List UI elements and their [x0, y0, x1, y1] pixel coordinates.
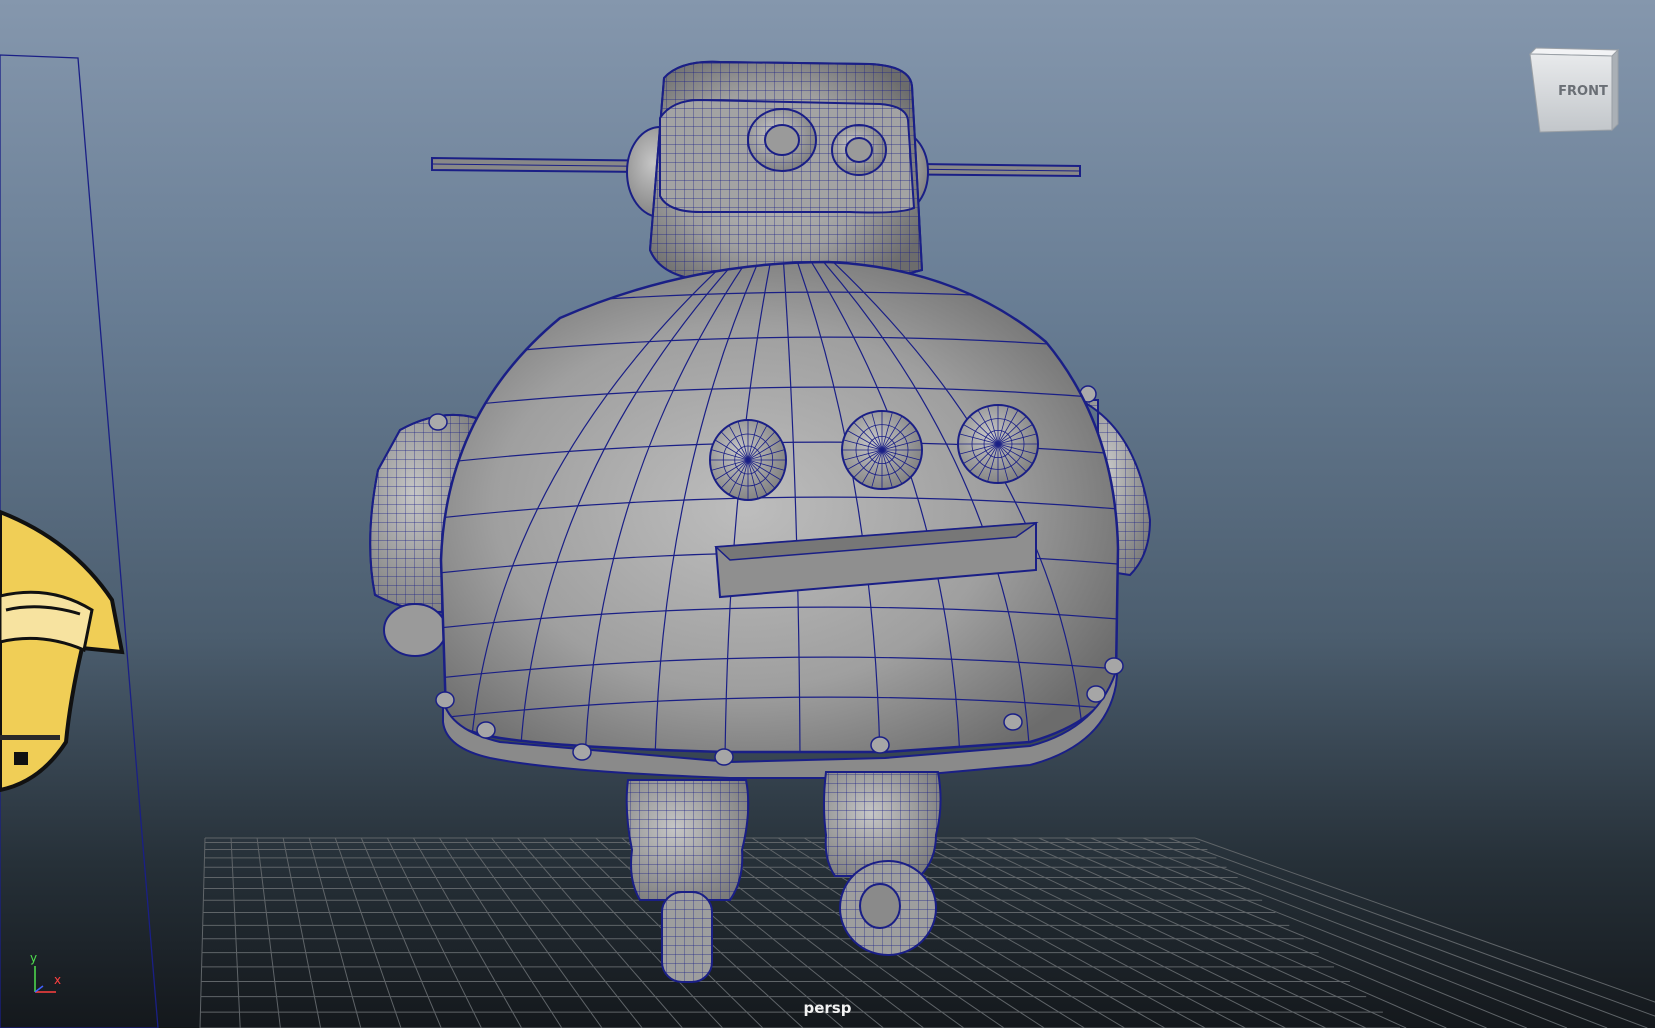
rivet — [714, 748, 734, 766]
rivet — [572, 743, 592, 761]
rivet — [870, 736, 890, 754]
rivet — [435, 691, 455, 709]
chest-button — [841, 410, 923, 490]
rivet — [1104, 657, 1124, 675]
axis-y-label: y — [30, 951, 38, 965]
body-dome — [439, 260, 1120, 754]
leg-right — [823, 771, 942, 956]
rivet — [1086, 685, 1106, 703]
axis-indicator — [34, 966, 56, 993]
axis-x-label: x — [54, 973, 62, 987]
chest-button — [957, 404, 1039, 484]
view-cube[interactable] — [1528, 47, 1620, 133]
rivet — [476, 721, 496, 739]
persp-viewport[interactable]: FRONT y x persp — [0, 0, 1655, 1028]
camera-name-label: persp — [803, 999, 852, 1017]
image-plane[interactable] — [0, 54, 159, 1028]
head-eye-left — [747, 108, 817, 172]
rivet — [1003, 713, 1023, 731]
scene-canvas[interactable] — [0, 0, 1655, 1028]
chest-button — [709, 419, 787, 501]
robot-mesh[interactable] — [369, 60, 1152, 983]
leg-left — [625, 779, 750, 983]
head-eye-right — [831, 124, 887, 176]
